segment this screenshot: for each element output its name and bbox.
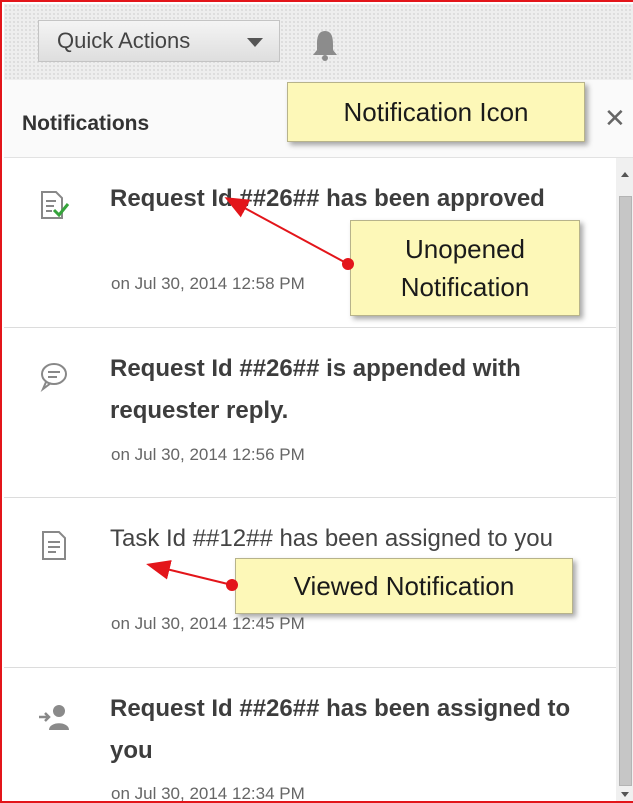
scrollbar-thumb[interactable] [619,196,632,786]
notification-item[interactable]: Request Id ##26## has been assigned to y… [4,668,616,803]
callout-unopened-line2: Notification [400,272,530,302]
notification-timestamp: on Jul 30, 2014 12:34 PM [111,784,305,803]
document-icon [42,531,66,560]
chat-bubble-icon [40,363,67,392]
bell-icon[interactable] [310,28,340,62]
scroll-up-icon[interactable] [621,172,629,177]
scrollbar[interactable] [616,158,633,801]
notification-message: Task Id ##12## has been assigned to you [110,525,553,552]
notification-message: Request Id ##26## has been assigned to y… [110,695,571,764]
scroll-down-icon[interactable] [621,792,629,797]
quick-actions-button[interactable]: Quick Actions [38,20,280,62]
notification-message: Request Id ##26## is appended with reque… [110,355,521,424]
top-toolbar: Quick Actions [4,4,633,81]
approved-document-icon [41,191,70,219]
callout-unopened-line1: Unopened [405,234,525,264]
panel-title: Notifications [22,112,150,135]
callout-viewed-notification: Viewed Notification [235,558,573,614]
close-icon[interactable]: ✕ [604,104,626,134]
notification-timestamp: on Jul 30, 2014 12:58 PM [111,274,305,293]
chevron-down-icon [247,38,263,47]
screenshot-frame: Quick Actions Notifications ✕ Request Id… [0,0,633,803]
callout-unopened-notification: Unopened Notification [350,220,580,316]
notification-message: Request Id ##26## has been approved [110,185,545,212]
callout-notification-icon: Notification Icon [287,82,585,142]
notification-timestamp: on Jul 30, 2014 12:45 PM [111,614,305,633]
assign-user-icon [39,705,69,730]
notification-timestamp: on Jul 30, 2014 12:56 PM [111,445,305,464]
notification-item[interactable]: Request Id ##26## is appended with reque… [4,328,616,498]
quick-actions-label: Quick Actions [57,28,191,53]
